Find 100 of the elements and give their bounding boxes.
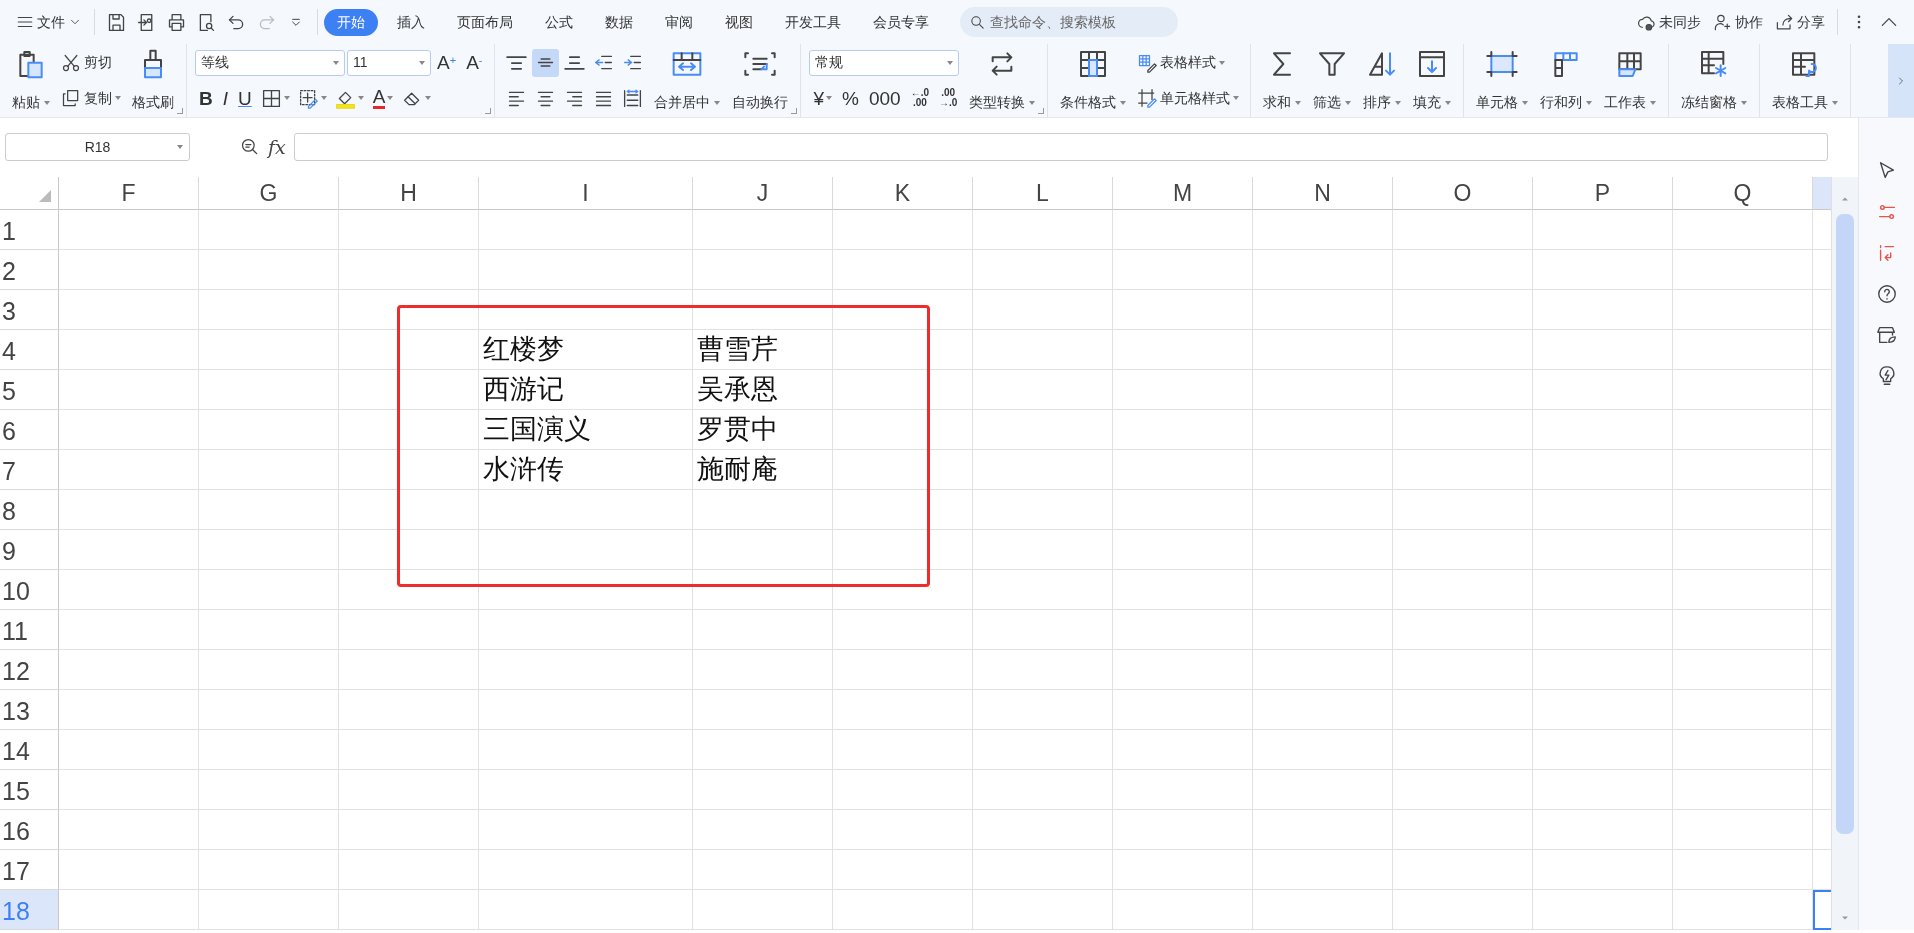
ribbon-button[interactable]: 冻结窗格: [1677, 46, 1752, 115]
ribbon-tab[interactable]: 数据: [592, 8, 646, 36]
row-header[interactable]: 5: [0, 370, 59, 410]
row-header[interactable]: 2: [0, 250, 59, 290]
ribbon-button[interactable]: 排序: [1359, 46, 1406, 115]
ribbon-button[interactable]: 填充: [1409, 46, 1456, 115]
ribbon-button[interactable]: 表格工具: [1768, 46, 1843, 115]
column-header[interactable]: H: [339, 177, 479, 210]
dropdown-field[interactable]: 11: [347, 49, 431, 76]
caret-icon[interactable]: [320, 96, 327, 101]
row-header[interactable]: 9: [0, 530, 59, 570]
font-shrink-button[interactable]: A$^{-}$: [462, 48, 487, 77]
caret-icon[interactable]: [714, 100, 721, 105]
ribbon-button[interactable]: 求和: [1259, 46, 1306, 115]
row-header[interactable]: 10: [0, 570, 59, 610]
caret-icon[interactable]: [1233, 96, 1240, 101]
caret-icon[interactable]: [1586, 100, 1593, 105]
thousands-button[interactable]: 000: [864, 84, 905, 113]
formula-input[interactable]: [293, 133, 1828, 161]
ribbon-button[interactable]: 粘贴: [8, 46, 54, 115]
ribbon-button[interactable]: 合并居中: [650, 46, 725, 115]
name-box[interactable]: R18: [5, 133, 190, 161]
column-header[interactable]: M: [1113, 177, 1253, 210]
caret-icon[interactable]: [387, 96, 394, 101]
row-header[interactable]: 16: [0, 810, 59, 850]
row-header[interactable]: 7: [0, 450, 59, 490]
row-header[interactable]: 3: [0, 290, 59, 330]
launcher-icon[interactable]: [177, 108, 183, 114]
toolbar-action[interactable]: 协作: [1707, 9, 1769, 35]
ribbon-tab[interactable]: 审阅: [652, 8, 706, 36]
caret-icon[interactable]: [1741, 100, 1748, 105]
row-header[interactable]: 15: [0, 770, 59, 810]
store-icon[interactable]: [1875, 324, 1898, 346]
caret-icon[interactable]: [44, 100, 50, 105]
percent-button[interactable]: %: [838, 84, 863, 113]
caret-icon[interactable]: [1295, 100, 1302, 105]
ribbon-button[interactable]: 条件格式: [1056, 46, 1131, 115]
align-middle-button[interactable]: [532, 48, 560, 77]
ribbon-button[interactable]: 复制: [58, 85, 124, 111]
ribbon-tab[interactable]: 页面布局: [444, 8, 526, 36]
ribbon-tab[interactable]: 公式: [532, 8, 586, 36]
zoom-icon[interactable]: [240, 137, 260, 157]
ribbon-button[interactable]: 行和列: [1536, 46, 1597, 115]
italic-button[interactable]: I: [218, 84, 232, 113]
toolbar-action[interactable]: 未同步: [1631, 9, 1707, 35]
row-header[interactable]: 1: [0, 210, 59, 250]
launcher-icon[interactable]: [1038, 108, 1045, 114]
ribbon-tab[interactable]: 开发工具: [772, 8, 854, 36]
caret-icon[interactable]: [1522, 100, 1529, 105]
launcher-icon[interactable]: [485, 108, 492, 114]
currency-button[interactable]: ¥: [809, 84, 837, 113]
row-header[interactable]: 14: [0, 730, 59, 770]
search-field[interactable]: 查找命令、搜索模板: [960, 7, 1178, 37]
ribbon-button[interactable]: 工作表: [1600, 46, 1661, 115]
ribbon-button[interactable]: 剪切: [58, 50, 115, 76]
ribbon-button[interactable]: 单元格: [1472, 46, 1533, 115]
column-header[interactable]: P: [1533, 177, 1673, 210]
column-header[interactable]: J: [693, 177, 833, 210]
dropdown-field[interactable]: 常规: [809, 49, 960, 76]
caret-icon[interactable]: [1650, 100, 1657, 105]
caret-icon[interactable]: [1029, 100, 1036, 105]
caret-icon[interactable]: [826, 96, 833, 101]
caret-icon[interactable]: [1445, 100, 1452, 105]
ribbon-tab[interactable]: 开始: [324, 8, 378, 36]
ribbon-tab[interactable]: 会员专享: [860, 8, 942, 36]
column-header[interactable]: O: [1393, 177, 1533, 210]
row-header[interactable]: 6: [0, 410, 59, 450]
font-grow-button[interactable]: A$^{+}$: [433, 48, 461, 77]
row-header[interactable]: 8: [0, 490, 59, 530]
caret-icon[interactable]: [115, 96, 121, 101]
caret-icon[interactable]: [1120, 100, 1127, 105]
row-header[interactable]: 4: [0, 330, 59, 370]
ribbon-button[interactable]: 表格样式: [1134, 50, 1229, 76]
help-icon[interactable]: [1875, 283, 1898, 305]
column-header[interactable]: N: [1253, 177, 1393, 210]
ribbon-button[interactable]: 筛选: [1309, 46, 1356, 115]
caret-icon[interactable]: [1832, 100, 1839, 105]
row-header[interactable]: 13: [0, 690, 59, 730]
column-header[interactable]: I: [479, 177, 693, 210]
ribbon-button[interactable]: 单元格样式: [1134, 85, 1243, 111]
column-header[interactable]: Q: [1673, 177, 1813, 210]
file-menu[interactable]: 文件: [10, 9, 88, 35]
row-header[interactable]: 11: [0, 610, 59, 650]
caret-icon[interactable]: [1345, 100, 1352, 105]
caret-icon[interactable]: [283, 96, 290, 101]
ribbon-tab[interactable]: 视图: [712, 8, 766, 36]
ribbon-tab[interactable]: 插入: [384, 8, 438, 36]
column-header[interactable]: L: [973, 177, 1113, 210]
dropdown-field[interactable]: 等线: [195, 49, 345, 76]
caret-icon[interactable]: [357, 96, 364, 101]
underline-button[interactable]: U: [234, 84, 256, 113]
decrease-decimal-button[interactable]: .00 →.0: [935, 84, 962, 113]
ribbon-button[interactable]: 格式刷: [128, 46, 178, 115]
scrollbar-thumb[interactable]: [1836, 214, 1854, 834]
increase-decimal-button[interactable]: ←.0 .00: [906, 84, 933, 113]
ribbon-button[interactable]: 类型转换: [965, 46, 1040, 115]
row-header[interactable]: 12: [0, 650, 59, 690]
column-header[interactable]: G: [199, 177, 339, 210]
font-color-button[interactable]: A: [368, 84, 398, 113]
launcher-icon[interactable]: [791, 108, 798, 114]
